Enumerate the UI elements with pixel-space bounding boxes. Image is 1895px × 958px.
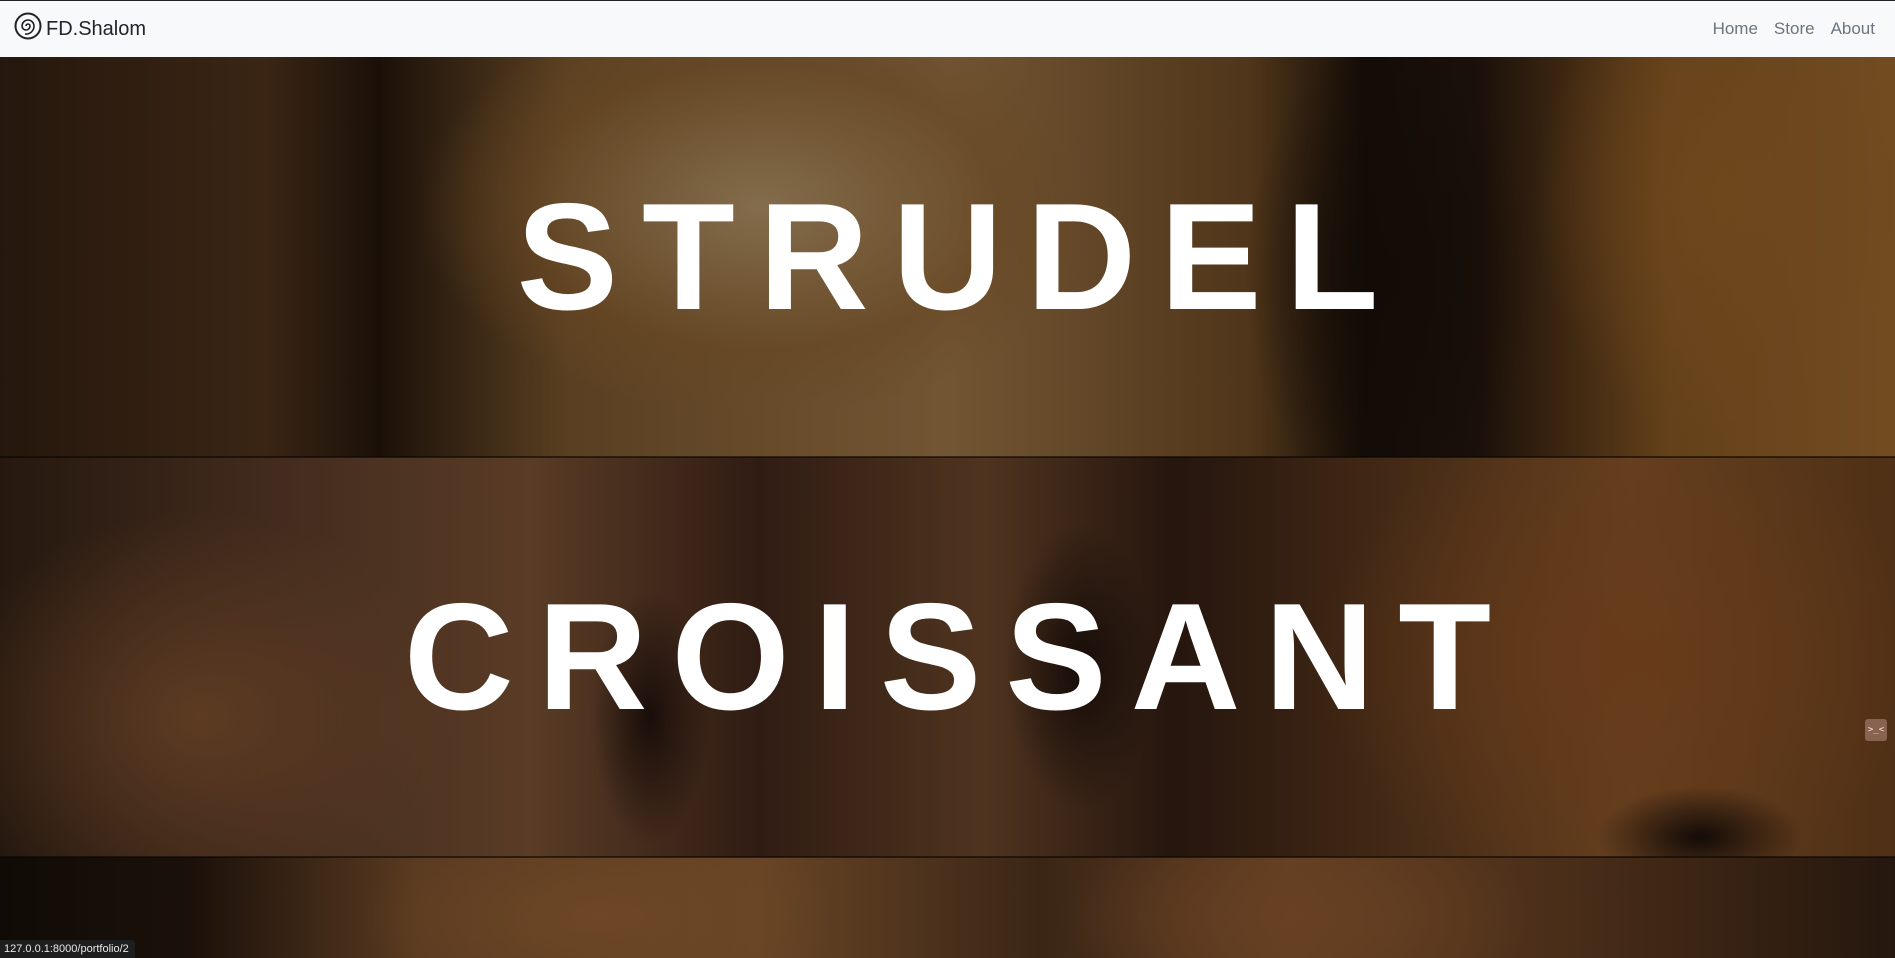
nav-links: Home Store About xyxy=(1705,11,1883,47)
terminal-icon[interactable]: >_< xyxy=(1865,719,1887,741)
status-bar-url: 127.0.0.1:8000/portfolio/2 xyxy=(0,940,135,958)
section-divider xyxy=(0,456,1895,458)
third-section[interactable] xyxy=(0,857,1895,958)
top-navbar: FD.Shalom Home Store About xyxy=(0,0,1895,57)
nav-about-link[interactable]: About xyxy=(1823,11,1883,47)
nav-home-link[interactable]: Home xyxy=(1705,11,1766,47)
section-divider xyxy=(0,856,1895,858)
nav-store-link[interactable]: Store xyxy=(1766,11,1823,47)
croissant-title[interactable]: CROISSANT xyxy=(404,581,1515,733)
side-handle-label: >_< xyxy=(1867,725,1885,735)
brand-link[interactable]: FD.Shalom xyxy=(14,12,146,46)
strudel-section[interactable]: STRUDEL xyxy=(0,57,1895,457)
croissant-section[interactable]: CROISSANT xyxy=(0,457,1895,857)
brand-name: FD.Shalom xyxy=(46,17,147,40)
spiral-logo-icon xyxy=(14,12,46,46)
strudel-title[interactable]: STRUDEL xyxy=(517,181,1403,333)
